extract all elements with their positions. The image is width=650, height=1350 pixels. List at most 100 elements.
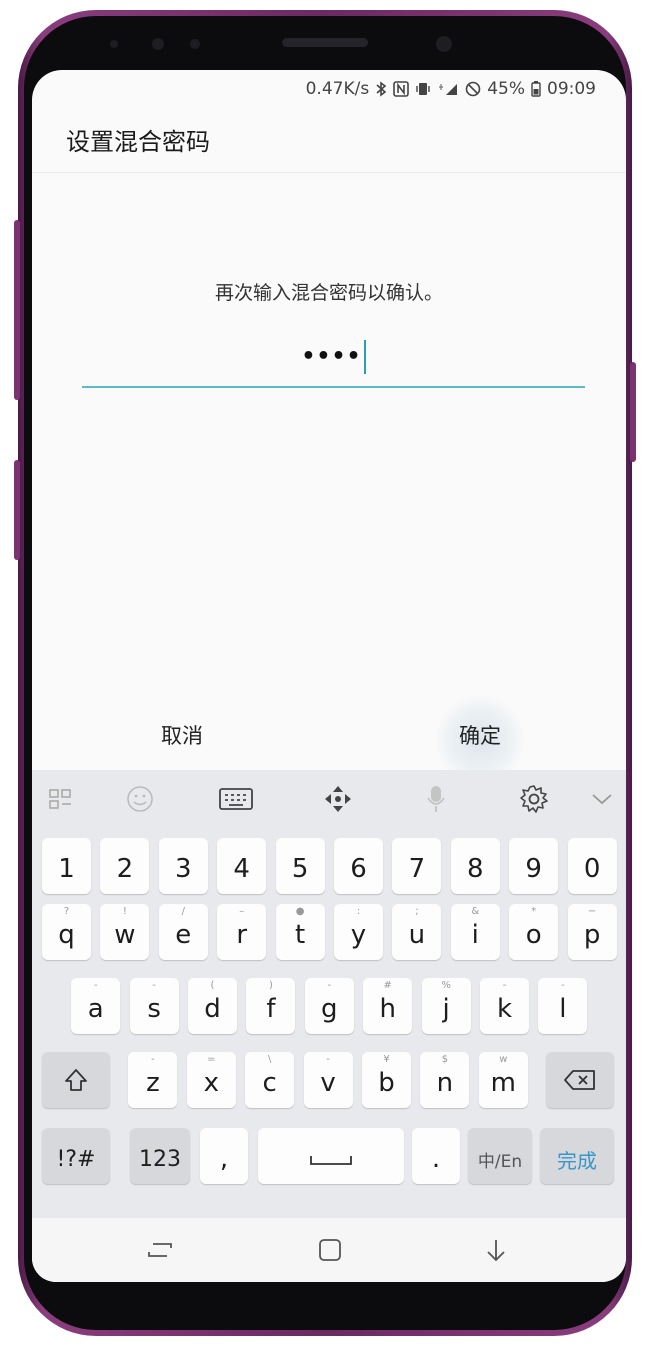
key-hint: % [441,980,451,991]
key-1[interactable]: 1 [42,838,91,894]
space-icon [310,1156,352,1165]
key-label: s [147,994,161,1024]
space-key[interactable] [258,1128,404,1184]
language-key[interactable]: 中/En [468,1128,532,1184]
recent-apps-icon[interactable] [140,1232,180,1268]
key-label: 9 [525,854,542,884]
key-8[interactable]: 8 [450,838,500,894]
key-b[interactable]: ¥ b [362,1052,411,1108]
symbols-key[interactable]: !?# [42,1128,110,1184]
key-k[interactable]: -k [480,978,529,1034]
cancel-button[interactable]: 取消 [122,710,242,762]
key-i[interactable]: & i [450,904,500,960]
key-6[interactable]: 6 [334,838,383,894]
key-hint: ● [295,906,305,917]
keyboard: 1 2 3 4 5 6 7 8 9 0? q! w / e – r ● t: y; u & i * o − p - a - s(d) f - g… [32,770,626,1218]
key-4[interactable]: 4 [217,838,267,894]
key-7[interactable]: 7 [392,838,442,894]
key-label: 1 [58,854,75,884]
key-hint: * [531,906,537,917]
gear-icon[interactable] [516,781,552,817]
key-3[interactable]: 3 [158,838,208,894]
emoji-icon[interactable] [122,781,158,817]
key-q[interactable]: ? q [42,904,91,960]
key-label: 8 [467,854,484,884]
key-hint: ? [63,906,70,917]
key-label: 6 [350,854,367,884]
key-label: i [471,920,479,950]
key-hint: ( [210,980,215,991]
key-hint: − [587,906,597,917]
key-o[interactable]: * o [509,904,559,960]
key-p[interactable]: − p [567,904,617,960]
key-f[interactable]: ) f [246,978,296,1034]
key-label: 0 [583,854,601,884]
backspace-key[interactable] [546,1052,614,1108]
key-label: n [436,1068,454,1098]
key-x[interactable]: = x [186,1052,236,1108]
key-y[interactable]: :y [334,904,383,960]
key-c[interactable]: \ c [245,1052,295,1108]
key-t[interactable]: ● t [275,904,325,960]
key-label [63,1067,89,1100]
key-l[interactable]: -l [538,978,588,1034]
key-label [308,1144,354,1174]
key-hint: ) [268,980,273,991]
key-label: v [320,1068,336,1098]
grid-icon[interactable] [44,781,80,817]
key-label: r [236,920,248,950]
key-label: c [262,1068,277,1098]
key-r[interactable]: – r [217,904,267,960]
key-label: b [378,1068,395,1098]
key-label: 4 [233,854,250,884]
key-label: w [114,920,136,950]
key-d[interactable]: (d [188,978,237,1034]
net-speed: 0.47K/s [305,79,370,99]
key-h[interactable]: # h [363,978,413,1034]
key-g[interactable]: -g [304,978,354,1034]
key-hint: - [151,1054,155,1065]
key-label: y [350,920,367,950]
key-n[interactable]: $ n [420,1052,470,1108]
key-label: t [294,920,306,950]
key-0[interactable]: 0 [567,838,617,894]
password-field[interactable]: •••• [82,328,585,388]
clock: 09:09 [547,79,596,99]
key-9[interactable]: 9 [509,838,559,894]
done-key[interactable]: 完成 [540,1128,614,1184]
proximity-sensor [152,38,164,50]
home-icon[interactable] [310,1232,350,1268]
key-5[interactable]: 5 [275,838,325,894]
key-z[interactable]: -z [128,1052,178,1108]
key-a[interactable]: -a [71,978,121,1034]
key-j[interactable]: % j [421,978,471,1034]
key-m[interactable]: wm [478,1052,528,1108]
key-e[interactable]: / e [158,904,208,960]
key-v[interactable]: -v [303,1052,353,1108]
comma-key[interactable]: , [200,1128,248,1184]
key-hint: - [326,1054,330,1065]
key-s[interactable]: -s [129,978,179,1034]
chevron-down-icon[interactable] [584,781,620,817]
keyboard-icon[interactable] [218,781,254,817]
numbers-key[interactable]: 123 [130,1128,190,1184]
key-hint: = [207,1054,216,1065]
period-key[interactable]: . [412,1128,460,1184]
shift-key[interactable] [42,1052,110,1108]
key-label: 中/En [477,1151,523,1172]
mic-icon[interactable] [418,781,454,817]
battery-percent: 45% [487,79,525,99]
screen: 0.47K/s 45% 09:09 设置混合密码 再次输入混合密码以确认。 ••… [32,70,626,1282]
key-label: 7 [408,854,426,884]
battery-icon [531,81,541,97]
key-label: e [175,920,192,950]
ok-button[interactable]: 确定 [420,710,540,762]
key-w[interactable]: ! w [100,904,150,960]
key-label: 5 [291,854,309,884]
key-u[interactable]: ; u [392,904,442,960]
password-value: •••• [82,340,585,374]
key-hint: : [356,906,361,917]
back-icon[interactable] [476,1232,516,1268]
move-icon[interactable] [320,781,356,817]
key-2[interactable]: 2 [100,838,150,894]
